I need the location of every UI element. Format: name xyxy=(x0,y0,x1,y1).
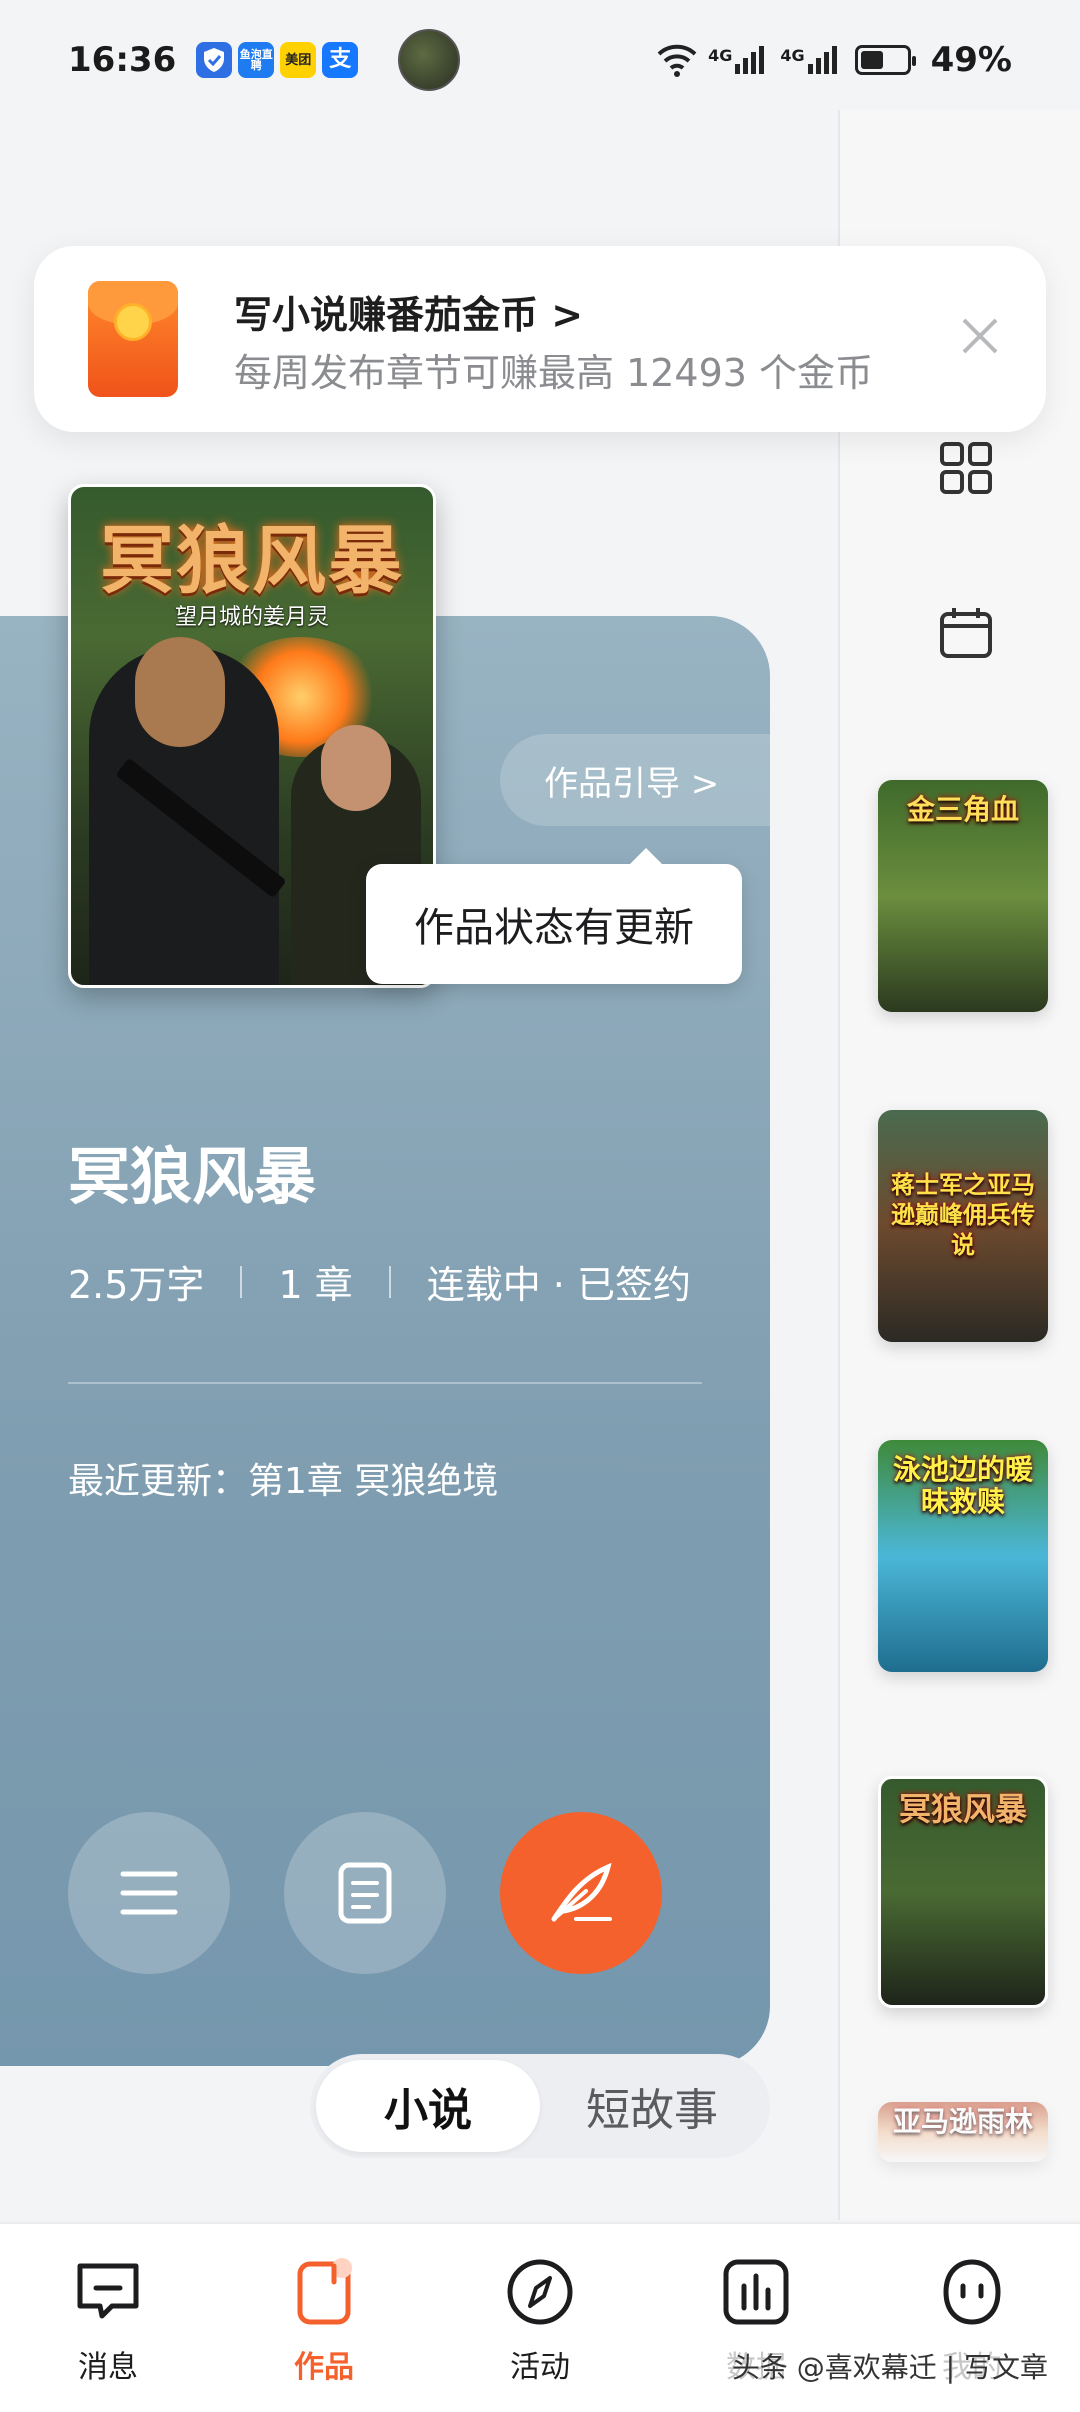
side-thumb-3[interactable]: 泳池边的暖昧救赎 xyxy=(878,1440,1048,1672)
signal-2-icon: 4G xyxy=(780,46,837,74)
nav-item-messages[interactable]: 消息 xyxy=(0,2224,216,2412)
side-thumb-title: 蒋士军之亚马逊巅峰佣兵传说 xyxy=(891,1171,1035,1259)
calendar-icon[interactable] xyxy=(938,604,994,660)
latest-update[interactable]: 最近更新：第1章 冥狼绝境 xyxy=(68,1452,498,1504)
book-meta: 2.5万字 1 章 连载中 · 已签约 xyxy=(68,1254,691,1309)
cover-figure-man-head xyxy=(135,637,225,747)
book-title: 冥狼风暴 xyxy=(68,1140,317,1213)
grid-icon[interactable] xyxy=(938,440,994,496)
battery-text: 49% xyxy=(930,40,1012,80)
side-thumb-2[interactable]: 蒋士军之亚马逊巅峰佣兵传说 xyxy=(878,1110,1048,1342)
banner-title[interactable]: 写小说赚番茄金币 > xyxy=(234,284,583,339)
cover-figure-woman-head xyxy=(321,725,391,811)
close-icon[interactable] xyxy=(950,306,1010,366)
face-icon xyxy=(943,2259,1001,2325)
nav-label: 消息 xyxy=(78,2350,138,2385)
nav-item-works[interactable]: 作品 xyxy=(216,2224,432,2412)
meta-divider xyxy=(388,1265,391,1298)
write-button[interactable] xyxy=(500,1812,662,1974)
signal-1-icon: 4G xyxy=(708,46,765,74)
battery-icon xyxy=(854,45,916,75)
status-time: 16:36 xyxy=(68,40,177,80)
side-thumb-1[interactable]: 金三角血 xyxy=(878,780,1048,1012)
yupao-app-icon: 鱼泡直聘 xyxy=(238,42,275,78)
network-2-label: 4G xyxy=(780,46,805,65)
meta-divider xyxy=(240,1265,243,1298)
meituan-app-icon: 美团 xyxy=(280,42,317,78)
notification-avatar xyxy=(398,29,461,91)
document-icon xyxy=(338,1862,392,1924)
wifi-icon xyxy=(657,44,697,77)
tab-novel[interactable]: 小说 xyxy=(316,2060,540,2152)
banner-subtitle: 每周发布章节可赚最高 12493 个金币 xyxy=(234,351,874,395)
cover-author: 望月城的姜月灵 xyxy=(174,605,329,630)
chapters-button[interactable] xyxy=(284,1812,446,1974)
work-guide-button[interactable]: 作品引导 > xyxy=(500,734,770,826)
nav-label: 作品 xyxy=(294,2350,354,2385)
network-1-label: 4G xyxy=(708,46,733,65)
menu-button[interactable] xyxy=(68,1812,230,1974)
quill-icon xyxy=(551,1862,612,1922)
status-update-tooltip: 作品状态有更新 xyxy=(366,848,742,984)
side-thumb-5[interactable]: 亚马逊雨林 xyxy=(878,2102,1048,2162)
nav-item-activities[interactable]: 活动 xyxy=(432,2224,648,2412)
work-type-segment: 小说 短故事 xyxy=(310,2054,770,2158)
status-bar: 16:36 鱼泡直聘 美团 支 4G 4G 49% xyxy=(0,0,1080,120)
work-status: 连载中 · 已签约 xyxy=(426,1263,691,1307)
nav-label: 活动 xyxy=(510,2350,570,2385)
tab-short-story[interactable]: 短故事 xyxy=(540,2060,764,2152)
side-thumb-title: 冥狼风暴 xyxy=(898,1790,1027,1828)
card-divider xyxy=(68,1382,702,1384)
bar-chart-icon xyxy=(723,2259,789,2325)
red-envelope-icon xyxy=(88,281,178,397)
battery-fill xyxy=(860,51,883,69)
side-thumb-title: 金三角血 xyxy=(906,793,1019,826)
chapter-count: 1 章 xyxy=(278,1263,353,1307)
cover-title: 冥狼风暴 xyxy=(100,518,404,604)
menu-icon xyxy=(120,1871,178,1915)
watermark: 头条 @喜欢幕迁 | 写文章 xyxy=(723,2344,1056,2388)
status-right: 4G 4G 49% xyxy=(656,40,1012,80)
alipay-app-icon: 支 xyxy=(322,42,359,78)
side-thumb-title: 泳池边的暖昧救赎 xyxy=(892,1453,1033,1518)
word-count: 2.5万字 xyxy=(68,1263,205,1307)
works-icon xyxy=(297,2258,352,2325)
shield-app-icon xyxy=(196,42,233,78)
coin-banner[interactable]: 写小说赚番茄金币 > 每周发布章节可赚最高 12493 个金币 xyxy=(34,246,1046,432)
message-icon xyxy=(77,2263,139,2319)
side-thumb-title: 亚马逊雨林 xyxy=(892,2105,1033,2138)
side-thumb-4-current[interactable]: 冥狼风暴 xyxy=(878,1776,1048,2008)
compass-icon xyxy=(507,2259,573,2325)
